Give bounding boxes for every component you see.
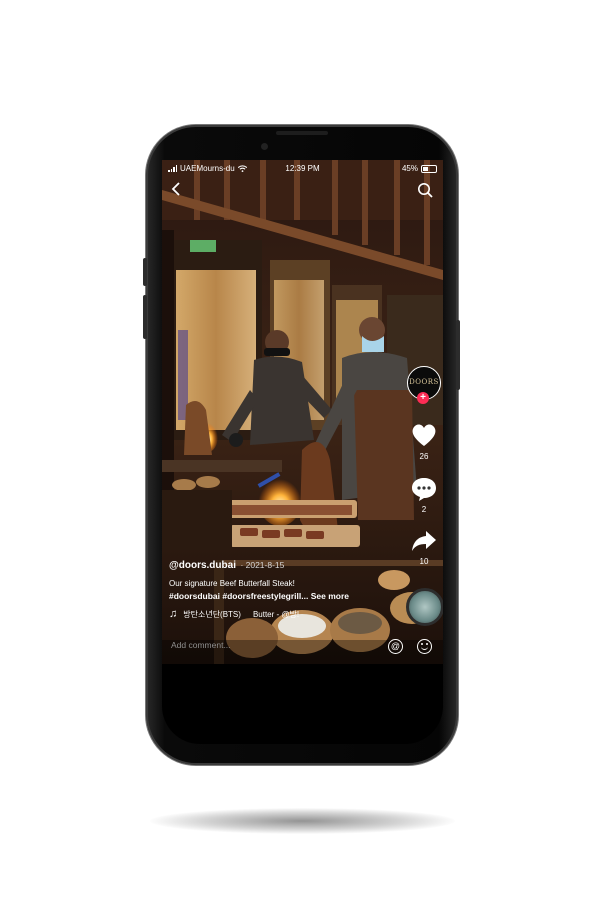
status-bar: UAEMourns-du 12:39 PM 45% [162, 160, 443, 180]
follow-plus-button[interactable]: + [417, 392, 429, 404]
comment-bubble-icon[interactable] [410, 476, 438, 502]
like-count: 26 [419, 452, 429, 461]
comment-count: 2 [421, 505, 427, 514]
music-artist: 방탄소년단(BTS) [183, 609, 241, 619]
add-comment-input[interactable]: Add comment... [171, 640, 231, 650]
caption-hashtags[interactable]: #doorsdubai #doorsfreestylegrill... See … [169, 591, 389, 601]
post-date: · 2021-8-15 [240, 560, 285, 570]
back-arrow-icon[interactable] [171, 182, 185, 196]
battery-icon [421, 164, 437, 173]
caption-text: Our signature Beef Butterfall Steak! [169, 579, 295, 588]
battery-status: 45% [402, 164, 437, 173]
mention-at-icon[interactable]: @ [388, 639, 403, 654]
clock: 12:39 PM [285, 164, 320, 173]
app-screen: UAEMourns-du 12:39 PM 45% DOORS + 26 2 1… [162, 160, 443, 664]
search-icon[interactable] [417, 182, 433, 198]
creator-username[interactable]: @doors.dubai [169, 560, 236, 571]
share-count: 10 [419, 557, 429, 566]
front-camera [261, 143, 268, 150]
music-note-icon: ♫ [169, 608, 178, 620]
music-info[interactable]: ♫ 방탄소년단(BTS) Butter - @방! [169, 608, 389, 620]
volume-down-button [143, 295, 147, 339]
phone-shadow [150, 808, 455, 834]
phone-bottom-bezel [162, 664, 443, 744]
share-arrow-icon[interactable] [410, 528, 438, 554]
power-button [456, 320, 460, 390]
emoji-icon[interactable] [417, 639, 432, 654]
video-caption: @doors.dubai · 2021-8-15 Our signature B… [169, 555, 389, 620]
like-heart-icon[interactable] [410, 422, 438, 448]
volume-up-button [143, 258, 147, 286]
music-title: Butter - @방! [252, 609, 300, 619]
speaker-grille [276, 131, 328, 135]
music-disc-icon[interactable] [406, 588, 443, 626]
battery-percent: 45% [401, 164, 418, 173]
